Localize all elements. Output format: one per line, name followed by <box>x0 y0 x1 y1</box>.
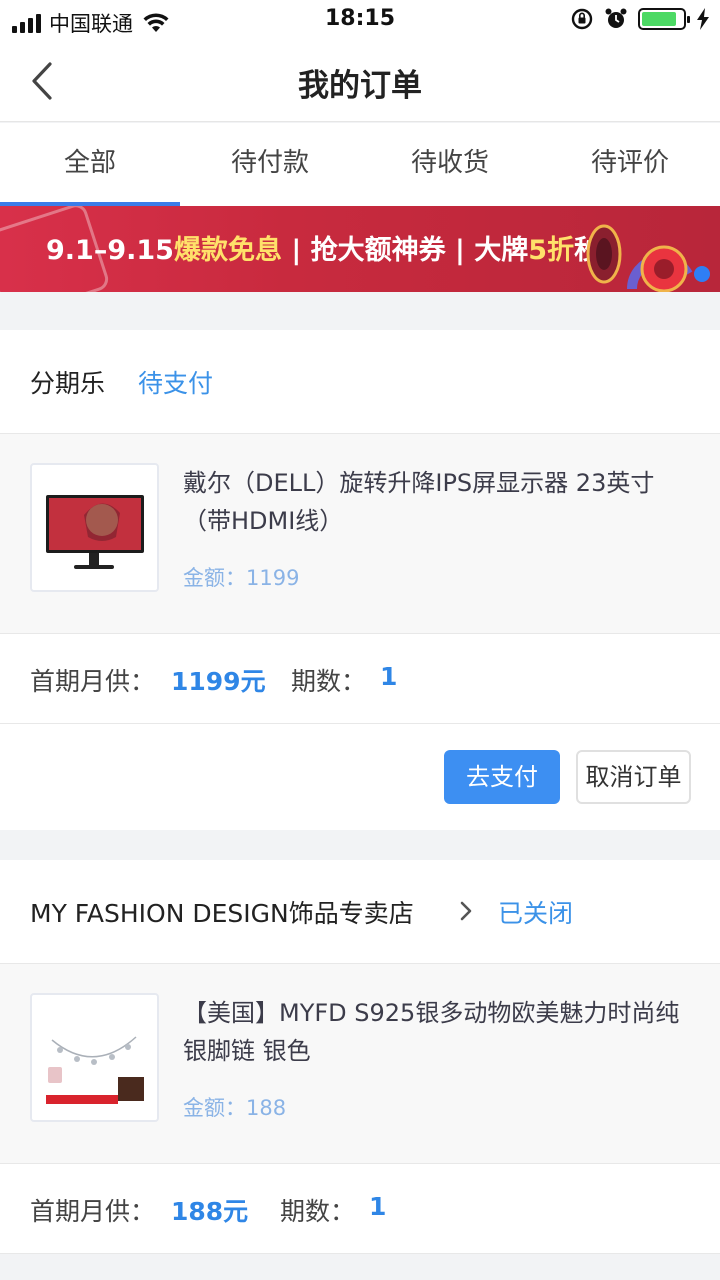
battery-icon <box>638 8 690 30</box>
orientation-lock-icon <box>571 8 593 30</box>
banner-highlight-1: 爆款免息 <box>173 235 282 266</box>
order-status: 已关闭 <box>498 899 574 928</box>
periods-label: 期数： <box>291 667 367 696</box>
order-header: MY FASHION DESIGN饰品专卖店 已关闭 <box>0 860 720 964</box>
charging-icon <box>697 8 709 30</box>
product-title: 【美国】MYFD S925银多动物欧美魅力时尚纯银脚链 银色 <box>183 999 680 1065</box>
order-status: 待支付 <box>138 369 214 398</box>
product-row[interactable]: 【美国】MYFD S925银多动物欧美魅力时尚纯银脚链 银色 金额：188 <box>0 964 720 1164</box>
product-amount: 金额：188 <box>183 1096 287 1120</box>
chevron-right-icon[interactable] <box>458 898 474 924</box>
page-title: 我的订单 <box>298 68 422 104</box>
product-image[interactable] <box>30 993 159 1122</box>
store-name[interactable]: MY FASHION DESIGN饰品专卖店 <box>30 894 414 930</box>
installment-row: 首期月供： 188元 期数： 1 <box>0 1164 720 1254</box>
action-row: 去支付 取消订单 <box>0 724 720 830</box>
periods-value: 1 <box>380 662 398 691</box>
first-payment-label: 首期月供： <box>30 667 156 696</box>
product-amount: 金额：1199 <box>183 566 300 590</box>
tab-pending-review[interactable]: 待评价 <box>540 123 720 206</box>
tab-pending-receipt[interactable]: 待收货 <box>360 123 540 206</box>
product-title: 戴尔（DELL）旋转升降IPS屏显示器 23英寸（带HDMI线） <box>183 469 655 535</box>
order-tabs: 全部 待付款 待收货 待评价 <box>0 123 720 206</box>
headphone-graphic <box>586 224 693 292</box>
banner-middle: | 抢大额神券 | 大牌 <box>281 235 529 266</box>
banner-highlight-2: 5折 <box>528 235 575 266</box>
banner-text: 9.1–9.15爆款免息 | 抢大额神券 | 大牌5折秒 <box>46 228 601 267</box>
cancel-order-button[interactable]: 取消订单 <box>576 750 691 804</box>
alarm-icon <box>605 8 627 28</box>
product-image[interactable] <box>30 463 159 592</box>
periods-value: 1 <box>369 1192 387 1221</box>
installment-row: 首期月供： 1199元 期数： 1 <box>0 634 720 724</box>
tab-pending-payment[interactable]: 待付款 <box>180 123 360 206</box>
status-bar: 中国联通 18:15 <box>0 0 720 40</box>
first-payment-label: 首期月供： <box>30 1197 156 1226</box>
promo-banner[interactable]: 9.1–9.15爆款免息 | 抢大额神券 | 大牌5折秒 <box>0 206 720 292</box>
nav-bar: 我的订单 <box>0 40 720 122</box>
periods-label: 期数： <box>280 1197 356 1226</box>
first-payment-value: 1199元 <box>171 667 266 696</box>
banner-date: 9.1–9.15 <box>46 235 174 266</box>
order-header: 分期乐 待支付 <box>0 330 720 434</box>
first-payment-value: 188元 <box>171 1197 249 1226</box>
pay-button[interactable]: 去支付 <box>444 750 560 804</box>
banner-indicator-dot <box>694 266 710 282</box>
order-card-1: 分期乐 待支付 戴尔（DELL）旋转升降IPS屏显示器 23英寸（带HDMI线）… <box>0 330 720 830</box>
store-name[interactable]: 分期乐 <box>30 364 105 400</box>
tab-all[interactable]: 全部 <box>0 123 180 206</box>
product-row[interactable]: 戴尔（DELL）旋转升降IPS屏显示器 23英寸（带HDMI线） 金额：1199 <box>0 434 720 634</box>
order-card-2: MY FASHION DESIGN饰品专卖店 已关闭 【美国】MYFD S925… <box>0 860 720 1254</box>
